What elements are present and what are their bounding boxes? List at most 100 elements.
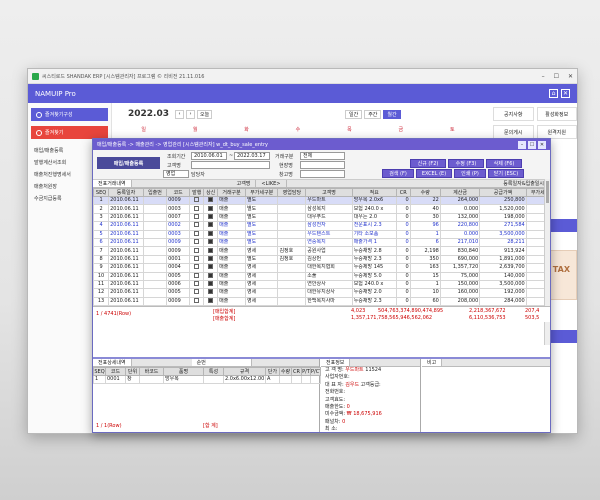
table-row[interactable]: 8 2010.06.11 0001 매출 별도 김정호 김상번 누승채방 2.3 0 350 690… bbox=[92, 254, 551, 265]
table-row[interactable]: 5 2010.06.11 0003 매출 별도 우드텐스트 기타 소모품 0 1 0.000 3,5… bbox=[92, 229, 551, 239]
favorites-config-button[interactable]: 즐겨찾기구성 bbox=[31, 108, 108, 121]
table-row[interactable]: 12 2010.06.11 0005 매출 영세 대한유지상사 누승채방 2.0 0 10 160… bbox=[92, 288, 551, 298]
date-to-input[interactable]: 2022.03.17 bbox=[234, 152, 270, 160]
issued-checkbox[interactable] bbox=[194, 197, 200, 203]
issued-checkbox[interactable] bbox=[194, 205, 200, 211]
detail-column-header[interactable]: 품명 bbox=[163, 367, 204, 376]
table-row[interactable]: 4 2010.06.11 0002 매출 별도 삼성전자 전운표시 2.3 0 96 220,80… bbox=[92, 221, 551, 231]
table-row[interactable]: 9 2010.06.11 0004 매출 영세 대한복지협회 누승제방 145 0 163 1,3… bbox=[92, 263, 551, 273]
excel-button[interactable]: EXCEL (E) bbox=[416, 169, 452, 178]
approved-checkbox[interactable] bbox=[208, 231, 214, 236]
week-view-button[interactable]: 주간 bbox=[364, 110, 382, 119]
mode-button[interactable]: 매입/매출등록 bbox=[97, 157, 160, 169]
table-row[interactable]: 11 2010.06.11 0006 매출 영세 연안상사 보험 240.0 x 0 1 150,… bbox=[92, 279, 551, 290]
approved-checkbox[interactable] bbox=[208, 239, 214, 245]
minimize-icon[interactable]: – bbox=[542, 73, 545, 80]
tab-sort-order[interactable]: 등록일자&입출일시 bbox=[498, 180, 550, 187]
close-dialog-button[interactable]: 닫기 (ESC) bbox=[488, 169, 524, 178]
approved-checkbox[interactable] bbox=[208, 205, 214, 211]
detail-column-header[interactable]: CR bbox=[291, 367, 302, 376]
column-header[interactable]: 코드 bbox=[166, 188, 191, 197]
issued-checkbox[interactable] bbox=[194, 239, 200, 245]
edit-button[interactable]: 수정 (F3) bbox=[448, 159, 484, 168]
detail-column-header[interactable]: 코드 bbox=[105, 367, 126, 376]
issued-checkbox[interactable] bbox=[194, 273, 200, 278]
column-header[interactable]: 고객명 bbox=[305, 188, 353, 197]
approved-checkbox[interactable] bbox=[208, 256, 214, 261]
detail-column-header[interactable]: 바코드 bbox=[139, 367, 164, 376]
detail-column-header[interactable]: 특성 bbox=[203, 367, 224, 376]
issued-checkbox[interactable] bbox=[194, 298, 200, 303]
column-header[interactable]: SEQ bbox=[92, 188, 110, 197]
remote-support-button[interactable]: 원격지원 bbox=[536, 125, 577, 139]
issued-checkbox[interactable] bbox=[194, 289, 200, 295]
table-row[interactable]: 7 2010.06.11 0009 매출 영세 김정호 공원사업 누승채방 2.8 0 2,198… bbox=[92, 246, 551, 256]
detail-column-header[interactable]: SEQ bbox=[93, 367, 106, 376]
delete-button[interactable]: 삭제 (F6) bbox=[486, 159, 522, 168]
detail-column-header[interactable]: 규격 bbox=[223, 367, 266, 376]
table-row[interactable]: 2 2010.06.11 0003 매출 별도 삼성복지 보험 240.0 x 0 40 0.00… bbox=[92, 204, 551, 214]
home-icon[interactable]: ⌂ bbox=[549, 89, 558, 98]
search-button[interactable]: 검색 (F) bbox=[382, 169, 414, 178]
approved-checkbox[interactable] bbox=[208, 273, 214, 278]
close-app-icon[interactable]: ✕ bbox=[561, 89, 570, 98]
maximize-icon[interactable]: ☐ bbox=[554, 73, 559, 80]
memo-field[interactable] bbox=[422, 367, 550, 427]
print-button[interactable]: 인쇄 (P) bbox=[454, 169, 486, 178]
table-row[interactable]: 10 2010.06.11 0005 매출 영세 소풀 누승제방 5.0 0 15 75,000 1… bbox=[92, 271, 551, 281]
day-view-button[interactable]: 일간 bbox=[345, 110, 363, 119]
dialog-minimize-icon[interactable]: – bbox=[518, 140, 526, 149]
issued-checkbox[interactable] bbox=[194, 264, 200, 270]
approved-checkbox[interactable] bbox=[208, 247, 214, 253]
approved-checkbox[interactable] bbox=[208, 197, 214, 203]
column-header[interactable]: 적요 bbox=[351, 188, 397, 197]
table-row[interactable]: 3 2010.06.11 0007 매출 별도 대우푸드 대우는 2.0 0 30 132,000… bbox=[92, 212, 551, 223]
table-row[interactable]: 6 2010.06.11 0009 매출 별도 연중복지 매출가격 1 0 6 217,010 28… bbox=[92, 237, 551, 248]
detail-column-header[interactable]: 단가 bbox=[265, 367, 280, 376]
column-header[interactable]: 등록일자 bbox=[108, 188, 144, 197]
dialog-close-icon[interactable]: ✕ bbox=[538, 140, 546, 149]
column-header[interactable]: 공급가액 bbox=[479, 188, 527, 197]
approved-checkbox[interactable] bbox=[208, 264, 214, 270]
detail-column-header[interactable]: P/T bbox=[301, 367, 311, 376]
site-input[interactable] bbox=[300, 161, 345, 169]
tab-transactions[interactable]: 전표거래내역 bbox=[93, 180, 132, 187]
approved-checkbox[interactable] bbox=[208, 214, 214, 219]
prev-month-button[interactable]: ‹ bbox=[175, 109, 184, 119]
issued-checkbox[interactable] bbox=[194, 231, 200, 236]
close-icon[interactable]: ✕ bbox=[568, 73, 573, 80]
approved-checkbox[interactable] bbox=[208, 298, 214, 303]
new-button[interactable]: 신규 (F2) bbox=[410, 159, 446, 168]
inquiry-button[interactable]: 문의게시 bbox=[493, 125, 534, 139]
activation-info-button[interactable]: 활성화정보 bbox=[536, 107, 577, 121]
issued-checkbox[interactable] bbox=[194, 281, 200, 287]
tab-detail[interactable]: 전표상세내역 bbox=[93, 359, 132, 366]
column-header[interactable]: 부가세구분 bbox=[244, 188, 279, 197]
column-header[interactable]: 수량 bbox=[409, 188, 441, 197]
detail-row[interactable]: 1 0001 창 방우복 2.0x6.00x12.00 A bbox=[93, 374, 321, 385]
dialog-maximize-icon[interactable]: ☐ bbox=[528, 140, 536, 149]
column-header[interactable]: 계산금 bbox=[439, 188, 481, 197]
tab-like[interactable]: <LIKE> bbox=[256, 180, 287, 187]
table-row[interactable]: 13 2010.06.11 0009 매출 영세 한백복지사마 누승채방 2.3 0 60 208… bbox=[92, 296, 551, 307]
column-header[interactable]: 영업담당 bbox=[277, 188, 307, 197]
notice-button[interactable]: 공지사항 bbox=[493, 107, 534, 121]
scroll-thumb[interactable] bbox=[546, 181, 549, 203]
trade-type-select[interactable]: 전체 bbox=[300, 152, 345, 160]
tab-slip-info[interactable]: 전표정보 bbox=[321, 359, 351, 366]
detail-column-header[interactable]: P/CT bbox=[310, 367, 321, 376]
today-button[interactable]: 오늘 bbox=[197, 109, 213, 119]
approved-checkbox[interactable] bbox=[208, 289, 214, 295]
table-row[interactable]: 1 2010.06.11 0009 매출 별도 우드마트 방우복 2.0x6 0 22 264,0… bbox=[92, 195, 551, 206]
month-view-button[interactable]: 월간 bbox=[383, 110, 401, 119]
tab-memo[interactable]: 비고 bbox=[422, 359, 443, 366]
column-header[interactable]: 거래구분 bbox=[217, 188, 246, 197]
detail-sort-select[interactable]: 순번 bbox=[191, 359, 252, 366]
warehouse-input[interactable] bbox=[300, 170, 345, 178]
column-header[interactable]: CR bbox=[395, 188, 411, 197]
next-month-button[interactable]: › bbox=[186, 109, 195, 119]
issued-checkbox[interactable] bbox=[194, 256, 200, 261]
approved-checkbox[interactable] bbox=[208, 222, 214, 228]
column-header[interactable]: 입출번 bbox=[142, 188, 168, 197]
dept-select[interactable]: 영업 bbox=[163, 170, 189, 178]
